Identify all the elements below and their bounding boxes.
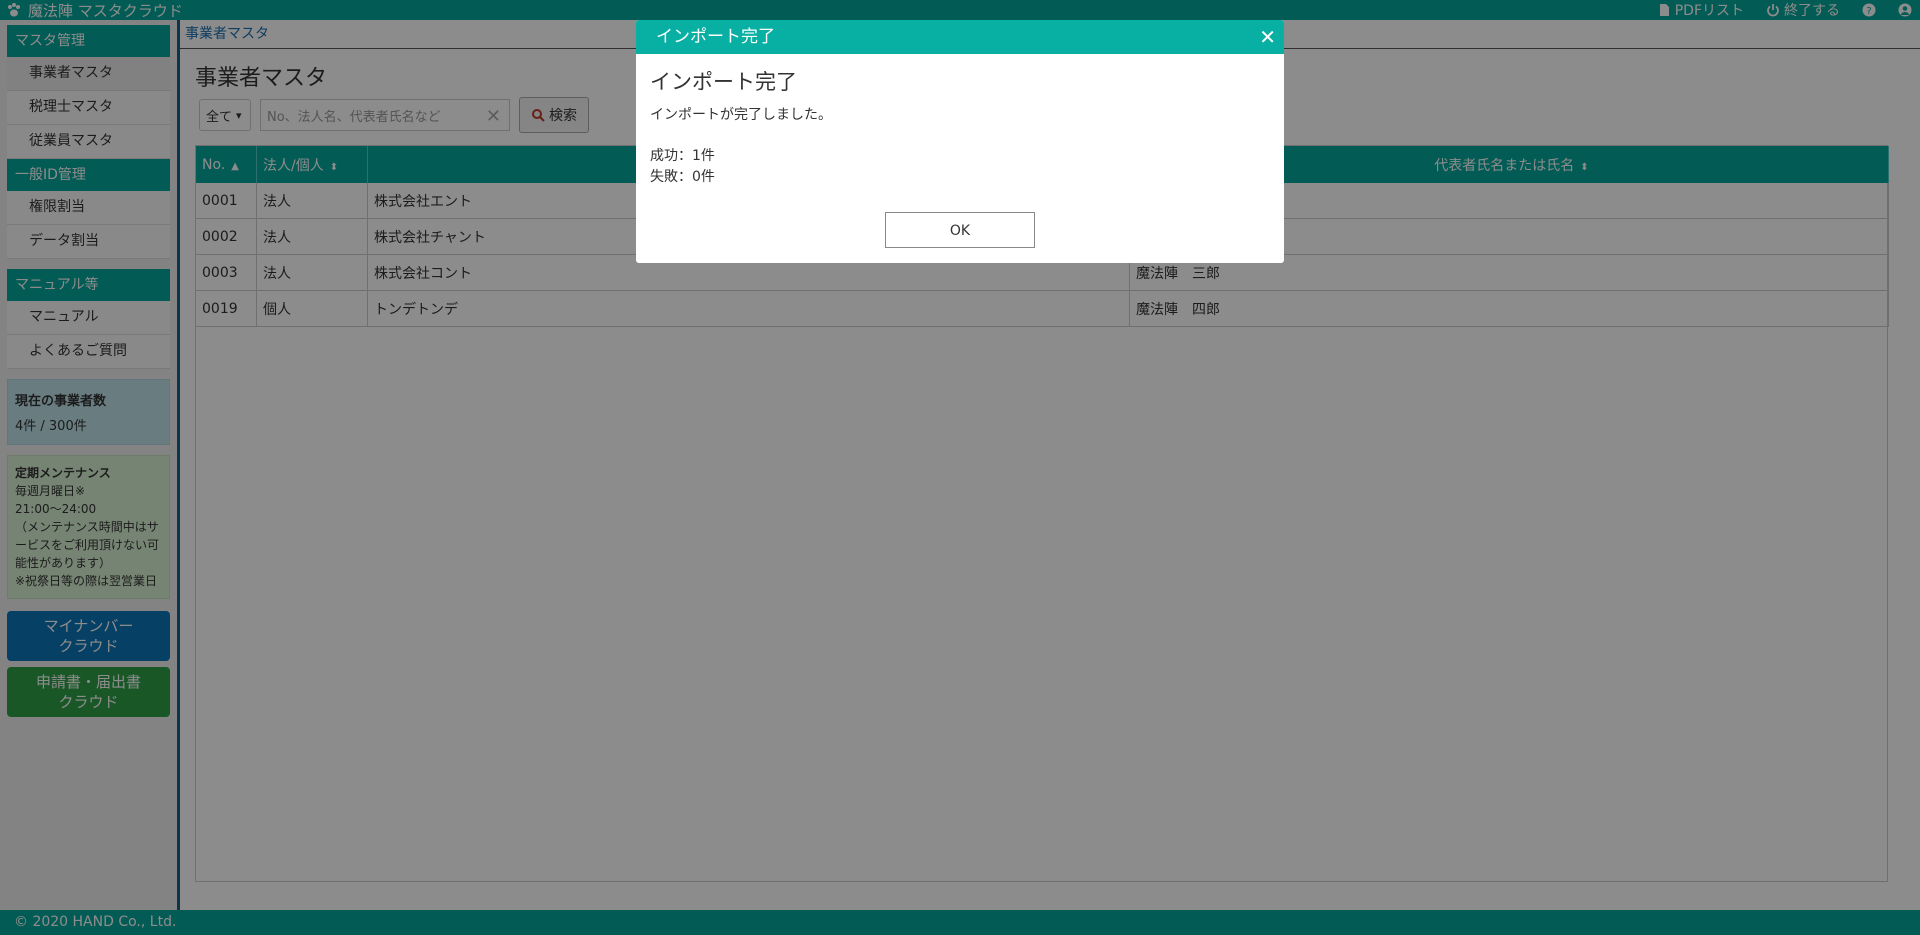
dialog-title: インポート完了 — [650, 70, 797, 94]
dialog-header-title: インポート完了 — [656, 27, 775, 47]
dialog-counts: 成功：1件 失敗：0件 — [650, 146, 1270, 188]
ok-button[interactable]: OK — [885, 212, 1035, 248]
dialog-message: インポートが完了しました。 — [650, 107, 832, 123]
dialog-header: インポート完了 ✕ — [636, 20, 1284, 54]
close-icon[interactable]: ✕ — [1259, 20, 1276, 54]
dialog-body: インポート完了 インポートが完了しました。 成功：1件 失敗：0件 — [636, 54, 1284, 200]
success-count: 成功：1件 — [650, 148, 715, 164]
failure-count: 失敗：0件 — [650, 169, 715, 185]
import-complete-dialog: インポート完了 ✕ インポート完了 インポートが完了しました。 成功：1件 失敗… — [636, 20, 1284, 263]
